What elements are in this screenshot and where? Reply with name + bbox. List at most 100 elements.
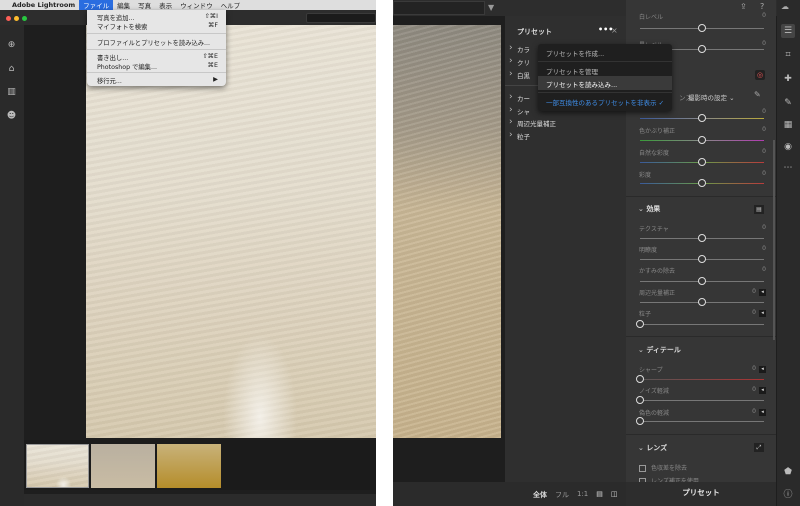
zoom-window-button[interactable] — [22, 16, 27, 21]
slider-value[interactable]: 0 — [762, 245, 766, 252]
expand-slider-icon[interactable]: ◂ — [759, 409, 766, 416]
slider-thumb[interactable] — [636, 417, 644, 425]
more-icon[interactable]: ⋯ — [781, 161, 795, 175]
preset-group-bw[interactable]: 白黒 — [509, 69, 530, 80]
brush-icon[interactable]: ✎ — [781, 96, 795, 110]
slider-thumb[interactable] — [698, 136, 706, 144]
minimize-window-button[interactable] — [14, 16, 19, 21]
expand-slider-icon[interactable]: ◂ — [759, 387, 766, 394]
slider-value[interactable]: 0 ◂ — [752, 288, 766, 296]
slider-thumb[interactable] — [698, 179, 706, 187]
slider-thumb[interactable] — [636, 375, 644, 383]
preset-group-vignette[interactable]: 周辺光量補正 — [509, 117, 556, 128]
library-icon[interactable]: ▥ — [5, 86, 18, 99]
slider-value[interactable]: 0 ◂ — [752, 386, 766, 394]
slider-value[interactable]: 0 — [762, 224, 766, 231]
slider-track[interactable] — [640, 324, 764, 325]
slider-thumb[interactable] — [698, 158, 706, 166]
preset-group-color[interactable]: カラ — [509, 43, 530, 54]
menu-photo[interactable]: 写真 — [134, 0, 155, 10]
healing-icon[interactable]: ✚ — [781, 72, 795, 86]
help-icon[interactable]: ? — [760, 2, 764, 11]
view-fit[interactable]: 全体 — [533, 490, 547, 500]
people-icon[interactable]: ☻ — [5, 110, 18, 123]
slider-value[interactable]: 0 ◂ — [752, 408, 766, 416]
slider-value[interactable]: 0 ◂ — [752, 309, 766, 317]
slider-value[interactable]: 0 — [762, 126, 766, 133]
slider-thumb[interactable] — [698, 114, 706, 122]
thumbnail-3[interactable] — [157, 444, 221, 488]
add-icon[interactable]: ⊕ — [5, 39, 18, 52]
section-effects[interactable]: 効果 — [638, 204, 660, 214]
thumbnail-2[interactable] — [91, 444, 155, 488]
filter-icon[interactable]: ▼ — [488, 3, 494, 12]
slider-thumb[interactable] — [698, 45, 706, 53]
wb-select[interactable]: 撮影時の設定 ⌄ — [688, 92, 735, 102]
slider-track[interactable] — [640, 400, 764, 401]
menu-item-search[interactable]: マイフォトを検索 ⌘F — [97, 22, 218, 31]
preset-group-curve[interactable]: カー — [509, 92, 530, 103]
slider-thumb[interactable] — [636, 320, 644, 328]
menu-view[interactable]: 表示 — [155, 0, 176, 10]
gradient-icon[interactable]: ▦ — [781, 118, 795, 132]
slider-thumb[interactable] — [698, 24, 706, 32]
menu-item-export[interactable]: 書き出し... ⇧⌘E — [97, 53, 218, 62]
presets-button[interactable]: プリセット — [626, 482, 776, 506]
share-icon[interactable]: ⇪ — [740, 2, 747, 11]
thumbnail-1[interactable] — [26, 444, 89, 488]
menu-item-manage-presets[interactable]: プリセットを管理 — [546, 66, 598, 76]
menu-edit[interactable]: 編集 — [113, 0, 134, 10]
menu-app[interactable]: Adobe Lightroom — [8, 1, 79, 9]
home-icon[interactable]: ⌂ — [5, 63, 18, 76]
menu-file[interactable]: ファイル — [79, 0, 114, 10]
menu-item-add-photos[interactable]: 写真を追加... ⇧⌘I — [97, 13, 218, 22]
search-input[interactable] — [393, 1, 485, 15]
scrollbar[interactable] — [773, 140, 775, 340]
slider-thumb[interactable] — [698, 255, 706, 263]
slider-track[interactable] — [640, 421, 764, 422]
expand-slider-icon[interactable]: ◂ — [759, 289, 766, 296]
menu-item-hide-partial-presets[interactable]: 一部互換性のあるプリセットを非表示 ✓ — [546, 97, 664, 107]
slider-value[interactable]: 0 — [762, 108, 766, 115]
section-detail[interactable]: ディテール — [638, 345, 681, 355]
menu-item-import-presets[interactable]: プリセットを読み込み... — [546, 79, 617, 89]
slider-track[interactable] — [640, 379, 764, 380]
preset-group-grain[interactable]: 粒子 — [509, 130, 530, 141]
filmstrip-icon[interactable]: ▤ — [596, 490, 603, 500]
menu-item-import-presets[interactable]: プロファイルとプリセットを読み込み... — [97, 38, 218, 47]
expand-slider-icon[interactable]: ◂ — [759, 310, 766, 317]
preset-group-creative[interactable]: クリ — [509, 56, 530, 67]
checkbox-remove-ca[interactable]: 色収差を除去 — [639, 463, 687, 472]
slider-thumb[interactable] — [636, 396, 644, 404]
compare-icon[interactable]: ◫ — [611, 490, 618, 500]
close-window-button[interactable] — [6, 16, 11, 21]
menu-window[interactable]: ウィンドウ — [176, 0, 217, 10]
slider-value[interactable]: 0 — [762, 266, 766, 273]
color-mixer-icon[interactable]: ◎ — [755, 70, 765, 80]
info-icon[interactable]: ⓘ — [781, 488, 795, 502]
view-fill[interactable]: フル — [555, 490, 569, 500]
slider-value[interactable]: 0 — [762, 12, 766, 19]
menu-item-edit-photoshop[interactable]: Photoshop で編集... ⌘E — [97, 62, 218, 71]
radial-icon[interactable]: ◉ — [781, 140, 795, 154]
search-input[interactable] — [306, 13, 376, 23]
menu-item-migrate[interactable]: 移行元... ▶ — [97, 76, 218, 85]
tag-icon[interactable]: ⬟ — [781, 465, 795, 479]
slider-thumb[interactable] — [698, 298, 706, 306]
slider-value[interactable]: 0 — [762, 148, 766, 155]
menu-item-create-preset[interactable]: プリセットを作成... — [546, 48, 604, 58]
expand-icon[interactable]: ⤢ — [754, 443, 764, 452]
eyedropper-icon[interactable]: ✎ — [754, 90, 761, 99]
close-icon[interactable]: × — [611, 26, 618, 35]
slider-value[interactable]: 0 ◂ — [752, 365, 766, 373]
effects-panel-icon[interactable]: ▤ — [754, 205, 764, 214]
preset-group-shadow[interactable]: シャ — [509, 105, 530, 116]
crop-icon[interactable]: ⌗ — [781, 48, 795, 62]
cloud-icon[interactable]: ☁ — [781, 2, 789, 11]
view-1-1[interactable]: 1:1 — [577, 490, 588, 500]
slider-value[interactable]: 0 — [762, 170, 766, 177]
expand-slider-icon[interactable]: ◂ — [759, 366, 766, 373]
slider-thumb[interactable] — [698, 234, 706, 242]
slider-value[interactable]: 0 — [762, 40, 766, 47]
menu-help[interactable]: ヘルプ — [217, 0, 245, 10]
